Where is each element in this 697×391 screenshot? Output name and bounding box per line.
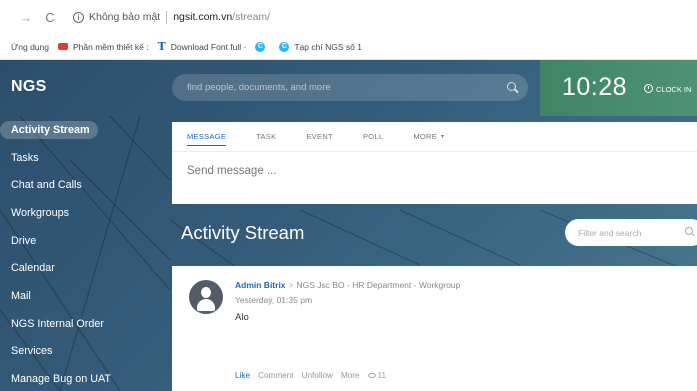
- sidebar-item-label: Activity Stream: [0, 120, 98, 139]
- post-text: Alo: [235, 312, 249, 323]
- filter-placeholder: Filter and search: [578, 227, 642, 238]
- post-timestamp[interactable]: Yesterday, 01:35 pm: [235, 295, 312, 305]
- post-actions: Like Comment Unfollow More 11: [235, 371, 386, 380]
- sidebar-item-label: Mail: [11, 289, 31, 302]
- sidebar-item-label: Drive: [11, 234, 37, 247]
- tab-message[interactable]: MESSAGE: [187, 122, 227, 152]
- composer-tabs: MESSAGE TASK EVENT POLL MORE ▾: [172, 122, 697, 152]
- bookmark-c[interactable]: C: [255, 41, 270, 52]
- comment-button[interactable]: Comment: [258, 371, 294, 380]
- tab-label: POLL: [362, 132, 384, 141]
- app-topbar: NGS find people, documents, and more 10:…: [0, 60, 697, 116]
- sidebar-item-label: Manage Bug on UAT: [11, 373, 112, 386]
- bookmark-label: Download Font full ·: [170, 41, 247, 52]
- reload-icon[interactable]: C: [41, 8, 59, 26]
- tab-label: MESSAGE: [187, 132, 227, 141]
- youtube-icon: [57, 43, 68, 50]
- sidebar: Activity Stream Tasks Chat and Calls Wor…: [0, 116, 170, 391]
- search-placeholder: find people, documents, and more: [187, 82, 331, 93]
- bookmark-label: Ứng dụng: [11, 41, 49, 52]
- search-icon[interactable]: [681, 223, 697, 243]
- bookmark-download-font[interactable]: T Download Font full ·: [158, 40, 247, 53]
- c-icon: C: [279, 41, 290, 52]
- chevron-right-icon: >: [288, 280, 294, 290]
- back-arrow-icon[interactable]: →: [17, 8, 35, 26]
- avatar[interactable]: [189, 280, 223, 314]
- tab-label: TASK: [256, 132, 277, 141]
- post-header: Admin Bitrix > NGS Jsc BO - HR Department …: [235, 280, 460, 290]
- tab-more[interactable]: MORE ▾: [413, 122, 444, 152]
- post-author[interactable]: Admin Bitrix: [235, 280, 286, 290]
- tab-event[interactable]: EVENT: [306, 122, 333, 152]
- bookmarks-bar: Ứng dụng Phần mềm thiết kế : T Download …: [0, 34, 697, 60]
- views-count: 11: [377, 371, 387, 380]
- sidebar-item-label: Calendar: [11, 262, 55, 275]
- url-separator: [166, 10, 168, 24]
- clock-in-label[interactable]: CLOCK IN: [656, 85, 691, 94]
- message-input[interactable]: Send message ...: [172, 152, 697, 190]
- eye-icon: [367, 373, 376, 378]
- bookmark-apps[interactable]: Ứng dụng: [11, 42, 49, 52]
- bookmark-phan-mem[interactable]: Phần mềm thiết kế :: [57, 41, 149, 52]
- bookmark-tap-chi[interactable]: C Tạp chí NGS số 1: [279, 41, 362, 52]
- sidebar-item-label: Tasks: [11, 151, 39, 164]
- post-destination[interactable]: NGS Jsc BO - HR Department - Workgroup: [297, 280, 461, 290]
- t-icon: T: [157, 40, 166, 53]
- tab-poll[interactable]: POLL: [363, 122, 383, 152]
- post-composer: MESSAGE TASK EVENT POLL MORE ▾ Send messa…: [172, 122, 697, 204]
- more-button[interactable]: More: [341, 371, 360, 380]
- browser-address-bar: → C i Không bảo mật ngsit.com.vn/stream/: [0, 0, 697, 34]
- like-button[interactable]: Like: [235, 371, 250, 380]
- url-path: /stream/: [232, 11, 271, 23]
- user-icon-body: [197, 299, 215, 311]
- sidebar-item-ngs-internal-order[interactable]: NGS Internal Order: [0, 310, 170, 338]
- clock-time: 10:28: [562, 73, 628, 101]
- sidebar-item-manage-bug-on-uat[interactable]: Manage Bug on UAT: [0, 365, 170, 391]
- sidebar-item-label: NGS Internal Order: [11, 317, 105, 330]
- bookmark-label: Tạp chí NGS số 1: [294, 41, 362, 52]
- feed-post: Admin Bitrix > NGS Jsc BO - HR Department …: [172, 266, 697, 391]
- sidebar-item-label: Chat and Calls: [11, 179, 82, 192]
- sidebar-item-tasks[interactable]: Tasks: [0, 144, 170, 172]
- sidebar-item-workgroups[interactable]: Workgroups: [0, 199, 170, 227]
- sidebar-item-drive[interactable]: Drive: [0, 227, 170, 255]
- security-status[interactable]: Không bảo mật: [89, 11, 160, 23]
- sidebar-item-services[interactable]: Services: [0, 338, 170, 366]
- app-container: NGS find people, documents, and more 10:…: [0, 60, 697, 391]
- bookmark-label: Phần mềm thiết kế :: [72, 41, 149, 52]
- sidebar-item-chat-and-calls[interactable]: Chat and Calls: [0, 171, 170, 199]
- tab-label: EVENT: [306, 132, 333, 141]
- search-input[interactable]: find people, documents, and more: [172, 74, 528, 101]
- tab-label: MORE: [413, 132, 438, 141]
- clock-icon: [644, 84, 653, 93]
- sidebar-item-calendar[interactable]: Calendar: [0, 254, 170, 282]
- user-icon: [201, 287, 211, 298]
- sidebar-item-label: Workgroups: [11, 206, 70, 219]
- sidebar-item-activity-stream[interactable]: Activity Stream: [0, 116, 170, 144]
- filter-search-input[interactable]: Filter and search: [565, 219, 697, 246]
- search-icon[interactable]: [502, 78, 522, 98]
- sidebar-item-mail[interactable]: Mail: [0, 282, 170, 310]
- chevron-down-icon: ▾: [441, 134, 445, 140]
- clock-widget[interactable]: 10:28 CLOCK IN: [540, 60, 697, 116]
- page-title: Activity Stream: [181, 222, 305, 243]
- sidebar-item-label: Services: [11, 345, 53, 358]
- unfollow-button[interactable]: Unfollow: [302, 371, 333, 380]
- info-icon[interactable]: i: [73, 11, 84, 23]
- tab-task[interactable]: TASK: [256, 122, 276, 152]
- c-icon: C: [255, 41, 266, 52]
- app-logo[interactable]: NGS: [11, 78, 47, 96]
- url-host: ngsit.com.vn: [173, 11, 233, 23]
- url-field[interactable]: ngsit.com.vn/stream/: [173, 11, 270, 23]
